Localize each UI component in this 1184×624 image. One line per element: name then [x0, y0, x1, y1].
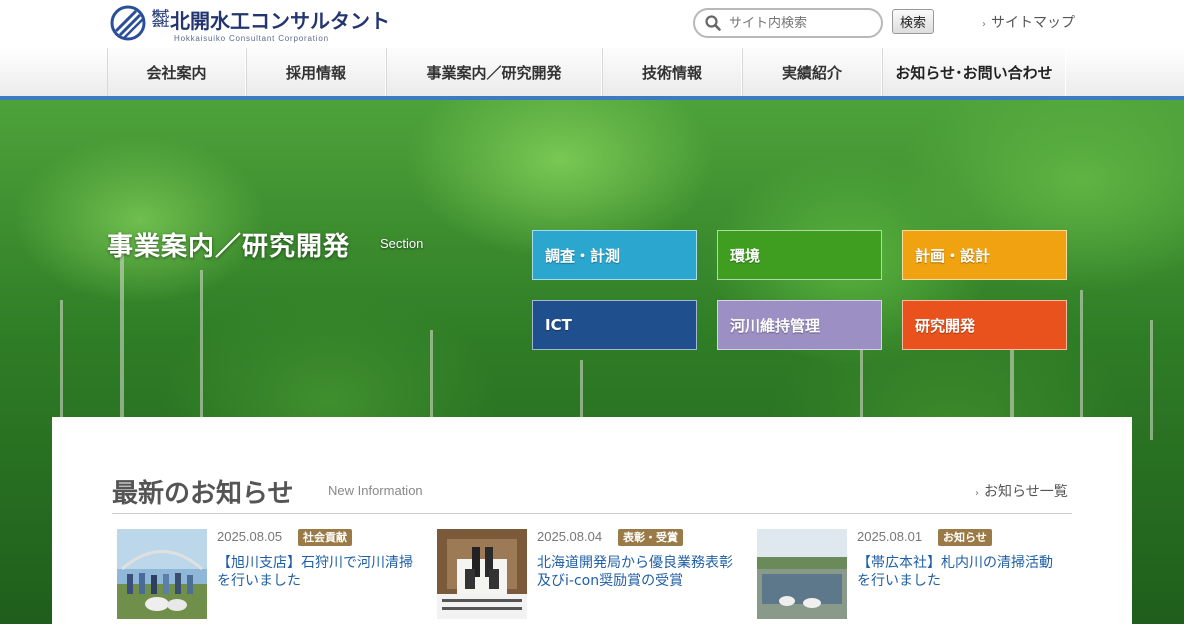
- news-title-link[interactable]: 【帯広本社】札内川の清掃活動を行いました: [857, 554, 1057, 590]
- nav-item-works[interactable]: 実績紹介: [742, 48, 882, 96]
- chevron-right-icon: ›: [975, 488, 979, 499]
- sitemap-label: サイトマップ: [991, 15, 1075, 31]
- divider: [112, 513, 1072, 514]
- news-subheading: New Information: [328, 483, 423, 498]
- tile-survey[interactable]: 調査・計測: [532, 230, 697, 280]
- search-icon: [705, 15, 721, 31]
- nav-item-company[interactable]: 会社案内: [107, 48, 246, 96]
- tile-ict[interactable]: ICT: [532, 300, 697, 350]
- news-heading: 最新のお知らせ: [112, 479, 294, 509]
- nav-item-business[interactable]: 事業案内／研究開発: [386, 48, 602, 96]
- tree-trunk: [120, 250, 124, 430]
- site-logo[interactable]: 株式会社 北開水工コンサルタント Hokkaisuiko Consultant …: [110, 5, 390, 43]
- news-date: 2025.08.01: [857, 529, 923, 544]
- news-title-link[interactable]: 北海道開発局から優良業務表彰及びi-con奨励賞の受賞: [537, 554, 737, 590]
- nav-item-news-contact[interactable]: お知らせ･お問い合わせ: [882, 48, 1066, 96]
- news-panel: 最新のお知らせ New Information › お知らせ一覧 2025.08.…: [52, 417, 1132, 624]
- tile-planning-design[interactable]: 計画・設計: [902, 230, 1067, 280]
- logo-mark-icon: [110, 5, 146, 41]
- chevron-right-icon: ›: [982, 19, 986, 30]
- nav-item-recruit[interactable]: 採用情報: [246, 48, 386, 96]
- category-badge: 社会貢献: [298, 529, 352, 546]
- news-title-link[interactable]: 【旭川支店】石狩川で河川清掃を行いました: [217, 554, 417, 590]
- news-item[interactable]: 2025.08.05 社会貢献 【旭川支店】石狩川で河川清掃を行いました: [117, 529, 417, 624]
- news-date: 2025.08.05: [217, 529, 283, 544]
- news-all-label: お知らせ一覧: [984, 484, 1068, 500]
- category-badge: 表彰・受賞: [618, 529, 683, 546]
- category-badge: お知らせ: [938, 529, 992, 546]
- global-nav: 会社案内 採用情報 事業案内／研究開発 技術情報 実績紹介 お知らせ･お問い合わ…: [0, 48, 1184, 100]
- tile-research[interactable]: 研究開発: [902, 300, 1067, 350]
- news-date: 2025.08.04: [537, 529, 603, 544]
- nav-item-technology[interactable]: 技術情報: [602, 48, 742, 96]
- news-thumbnail[interactable]: [437, 529, 527, 619]
- page-subtitle: Section: [380, 236, 424, 251]
- news-item[interactable]: 2025.08.04 表彰・受賞 北海道開発局から優良業務表彰及びi-con奨励…: [437, 529, 737, 624]
- search-input[interactable]: [729, 15, 879, 31]
- tree-trunk: [1150, 320, 1153, 440]
- page-title: 事業案内／研究開発: [107, 232, 351, 262]
- tree-trunk: [200, 270, 203, 430]
- search-button[interactable]: 検索: [892, 9, 934, 34]
- news-item[interactable]: 2025.08.01 お知らせ 【帯広本社】札内川の清掃活動を行いました: [757, 529, 1057, 624]
- site-header: 株式会社 北開水工コンサルタント Hokkaisuiko Consultant …: [0, 0, 1184, 48]
- news-thumbnail[interactable]: [757, 529, 847, 619]
- news-thumbnail[interactable]: [117, 529, 207, 619]
- sitemap-link[interactable]: › サイトマップ: [982, 12, 1075, 32]
- tile-river-maintenance[interactable]: 河川維持管理: [717, 300, 882, 350]
- logo-name: 北開水工コンサルタント: [170, 9, 390, 33]
- news-all-link[interactable]: › お知らせ一覧: [975, 481, 1068, 501]
- logo-kaisha: 株式会社: [151, 9, 169, 29]
- tile-environment[interactable]: 環境: [717, 230, 882, 280]
- tree-trunk: [430, 330, 433, 430]
- site-search: [693, 8, 883, 38]
- logo-english-name: Hokkaisuiko Consultant Corporation: [174, 34, 329, 43]
